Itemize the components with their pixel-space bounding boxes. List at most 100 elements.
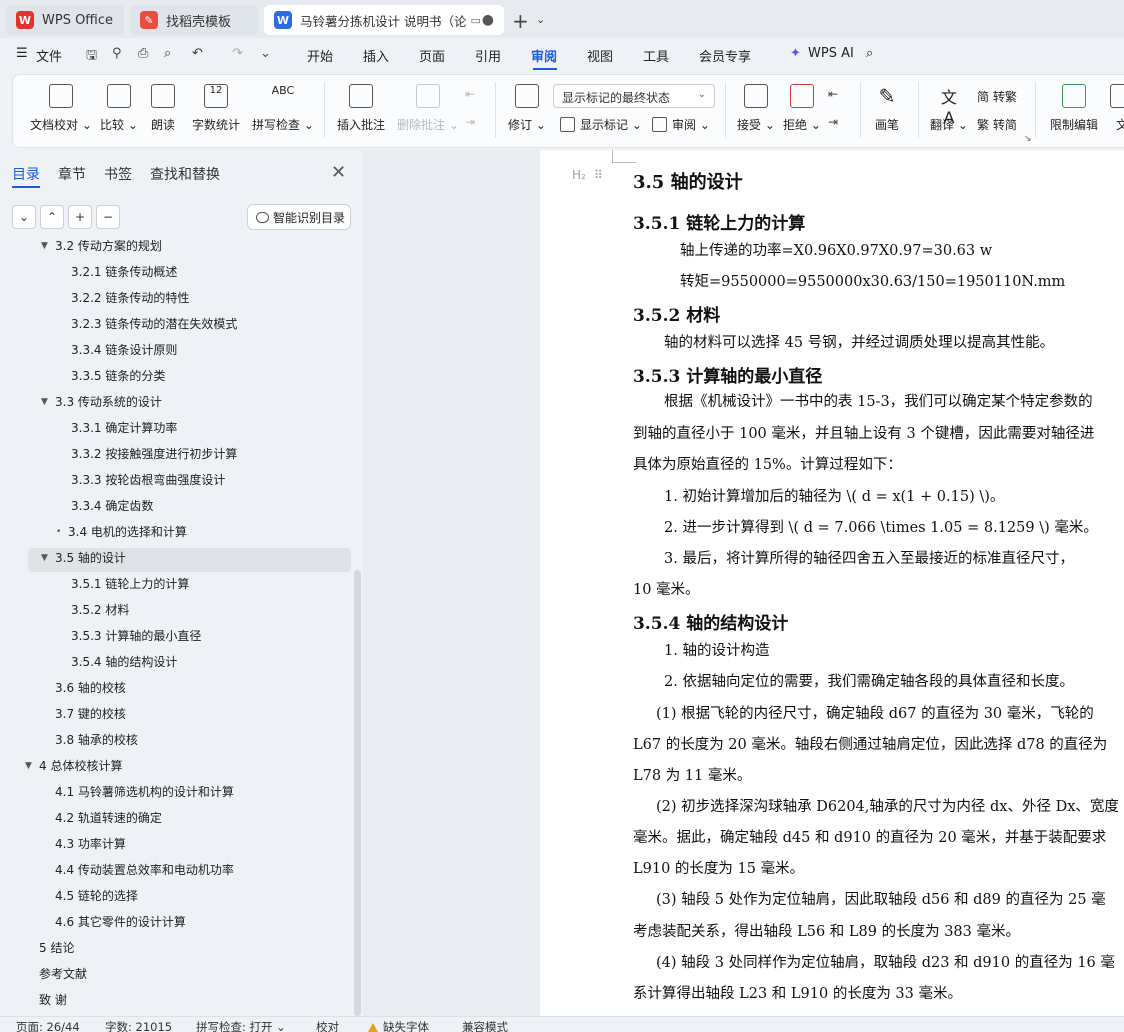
toc-item[interactable]: 3.5.3 计算轴的最小直径 [71,624,201,648]
toc-item[interactable]: 3.5.2 材料 [71,598,129,622]
toc-item[interactable]: 4.6 其它零件的设计计算 [55,910,186,934]
pen-button[interactable]: ✎ 画笔 [875,84,899,133]
to-simplified-button[interactable]: 繁 转简 [977,116,1017,133]
tab-find-replace[interactable]: 查找和替换 [150,164,220,184]
spell-check-button[interactable]: ABC 拼写检查 ⌄ [252,84,314,133]
reject-button[interactable]: 拒绝 ⌄ [783,84,821,133]
insert-comment-button[interactable]: 插入批注 [337,84,385,133]
read-aloud-button[interactable]: 朗读 [151,84,175,133]
toc-item[interactable]: 4.5 链轮的选择 [55,884,138,908]
missing-font-status[interactable]: 缺失字体 [368,1019,429,1032]
toc-item[interactable]: 3.8 轴承的校核 [55,728,138,752]
tab-list-chevron-icon[interactable]: ⌄ [536,13,545,26]
tab-toc[interactable]: 目录 [12,164,40,184]
toc-item[interactable]: 3.3.2 按接触强度进行初步计算 [71,442,237,466]
accept-button[interactable]: 接受 ⌄ [737,84,775,133]
menu-tools[interactable]: 工具 [643,46,669,65]
page-indicator[interactable]: 页面: 26/44 [16,1019,80,1032]
tab-unsaved-dot-icon[interactable]: ● [482,12,494,28]
delete-comment-button[interactable]: 删除批注 ⌄ [397,84,459,133]
toc-item[interactable]: 3.2.1 链条传动概述 [71,260,177,284]
save-icon[interactable]: 🖫 [86,46,97,68]
spell-check-status[interactable]: 拼写检查: 打开 ⌄ [196,1019,286,1032]
toc-item[interactable]: 3.3.5 链条的分类 [71,364,165,388]
show-markup-button[interactable]: 显示标记 ⌄ [560,116,642,133]
toc-item[interactable]: 4.4 传动装置总效率和电动机功率 [55,858,234,882]
toc-item[interactable]: 3.6 轴的校核 [55,676,126,700]
add-heading-button[interactable]: + [68,205,92,229]
translate-button[interactable]: 文A 翻译 ⌄ [930,84,968,133]
prev-change-icon[interactable]: ⇤ [828,87,838,101]
toc-item[interactable]: 致 谢 [39,988,67,1012]
next-comment-icon[interactable]: ⇥ [465,115,475,129]
search-icon[interactable]: ⌕ [866,46,873,61]
tab-preview-icon[interactable]: ▭ [470,14,480,27]
menu-start[interactable]: 开始 [307,46,333,65]
toc-item[interactable]: 5 结论 [39,936,74,960]
toc-item[interactable]: ▼ 3.3 传动系统的设计 [41,390,162,414]
new-tab-button[interactable]: + [512,9,529,33]
to-traditional-button[interactable]: 简 转繁 [977,88,1017,105]
menu-page[interactable]: 页面 [419,46,445,65]
display-mode-select[interactable]: 显示标记的最终状态 ⌄ [553,84,715,108]
smart-toc-button[interactable]: 智能识别目录 [247,204,351,230]
toc-item[interactable]: 3.2.3 链条传动的潜在失效模式 [71,312,237,336]
menu-file[interactable]: 文件 [36,46,62,65]
doc-more-button[interactable]: 文 [1110,84,1124,133]
compare-button[interactable]: 比较 ⌄ [100,84,138,133]
ribbon-expand-icon[interactable]: ↘ [1024,134,1032,144]
toc-scrollbar[interactable] [354,570,361,1016]
tab-bookmarks[interactable]: 书签 [104,164,132,184]
toc-item[interactable]: 参考文献 [39,962,87,986]
redo-icon[interactable]: ↷ [232,46,243,61]
hamburger-icon[interactable]: ☰ [16,46,28,61]
proof-status[interactable]: 校对 [316,1019,339,1032]
toc-item[interactable]: 3.3.4 确定齿数 [71,494,153,518]
expand-caret-icon[interactable]: ▼ [41,240,48,258]
word-count-button[interactable]: 12 字数统计 [192,84,240,133]
next-change-icon[interactable]: ⇥ [828,115,838,129]
quick-access-more-icon[interactable]: ⌄ [260,46,271,61]
toc-item[interactable]: 3.5.4 轴的结构设计 [71,650,177,674]
toc-item[interactable]: • 3.4 电机的选择和计算 [56,520,187,544]
toc-item[interactable]: 4.3 功率计算 [55,832,126,856]
tab-wps-office[interactable]: W WPS Office [6,5,124,35]
expand-caret-icon[interactable]: ▼ [41,390,48,414]
collapse-up-button[interactable]: ⌃ [40,205,64,229]
word-count-indicator[interactable]: 字数: 21015 [105,1019,172,1032]
menu-reference[interactable]: 引用 [475,46,501,65]
close-icon[interactable]: ✕ [331,162,346,183]
toc-item[interactable]: 4.1 马铃薯筛选机构的设计和计算 [55,780,234,804]
toc-item[interactable]: 3.3.1 确定计算功率 [71,416,177,440]
collapse-down-button[interactable]: ⌄ [12,205,36,229]
menu-view[interactable]: 视图 [587,46,613,65]
drag-handle-icon[interactable]: ⠿ [594,168,603,182]
menu-review[interactable]: 审阅 [531,46,557,65]
toc-item[interactable]: 3.3.3 按轮齿根弯曲强度设计 [71,468,225,492]
doc-check-button[interactable]: 文档校对 ⌄ [30,84,92,133]
prev-comment-icon[interactable]: ⇤ [465,87,475,101]
toc-item[interactable]: 3.5.1 链轮上力的计算 [71,572,189,596]
undo-icon[interactable]: ↶ [192,46,203,61]
share-icon[interactable]: ⚲ [112,46,122,61]
toc-item[interactable]: ▼ 3.2 传动方案的规划 [41,240,162,258]
restrict-edit-button[interactable]: 限制编辑 [1050,84,1098,133]
menu-insert[interactable]: 插入 [363,46,389,65]
toc-item[interactable]: 4.2 轨道转速的确定 [55,806,162,830]
expand-caret-icon[interactable]: ▼ [25,754,32,778]
toc-item-selected[interactable]: ▼ 3.5 轴的设计 [41,546,126,570]
toc-item[interactable]: 3.2.2 链条传动的特性 [71,286,189,310]
remove-heading-button[interactable]: − [96,205,120,229]
expand-caret-icon[interactable]: ▼ [41,546,48,570]
toc-item[interactable]: 3.7 键的校核 [55,702,126,726]
toc-item[interactable]: ▼ 4 总体校核计算 [25,754,122,778]
revise-button[interactable]: 修订 ⌄ [508,84,546,133]
print-icon[interactable]: ⎙ [138,46,148,61]
tab-sections[interactable]: 章节 [58,164,86,184]
menu-member[interactable]: 会员专享 [699,46,751,65]
toc-item[interactable]: 3.3.4 链条设计原则 [71,338,177,362]
tab-templates[interactable]: ✎ 找稻壳模板 [130,5,258,35]
menu-wps-ai[interactable]: WPS AI [808,46,854,61]
print-preview-icon[interactable]: ⌕ [164,46,171,61]
tab-document[interactable]: W 马铃薯分拣机设计 说明书（论 ▭ ● [264,5,504,35]
